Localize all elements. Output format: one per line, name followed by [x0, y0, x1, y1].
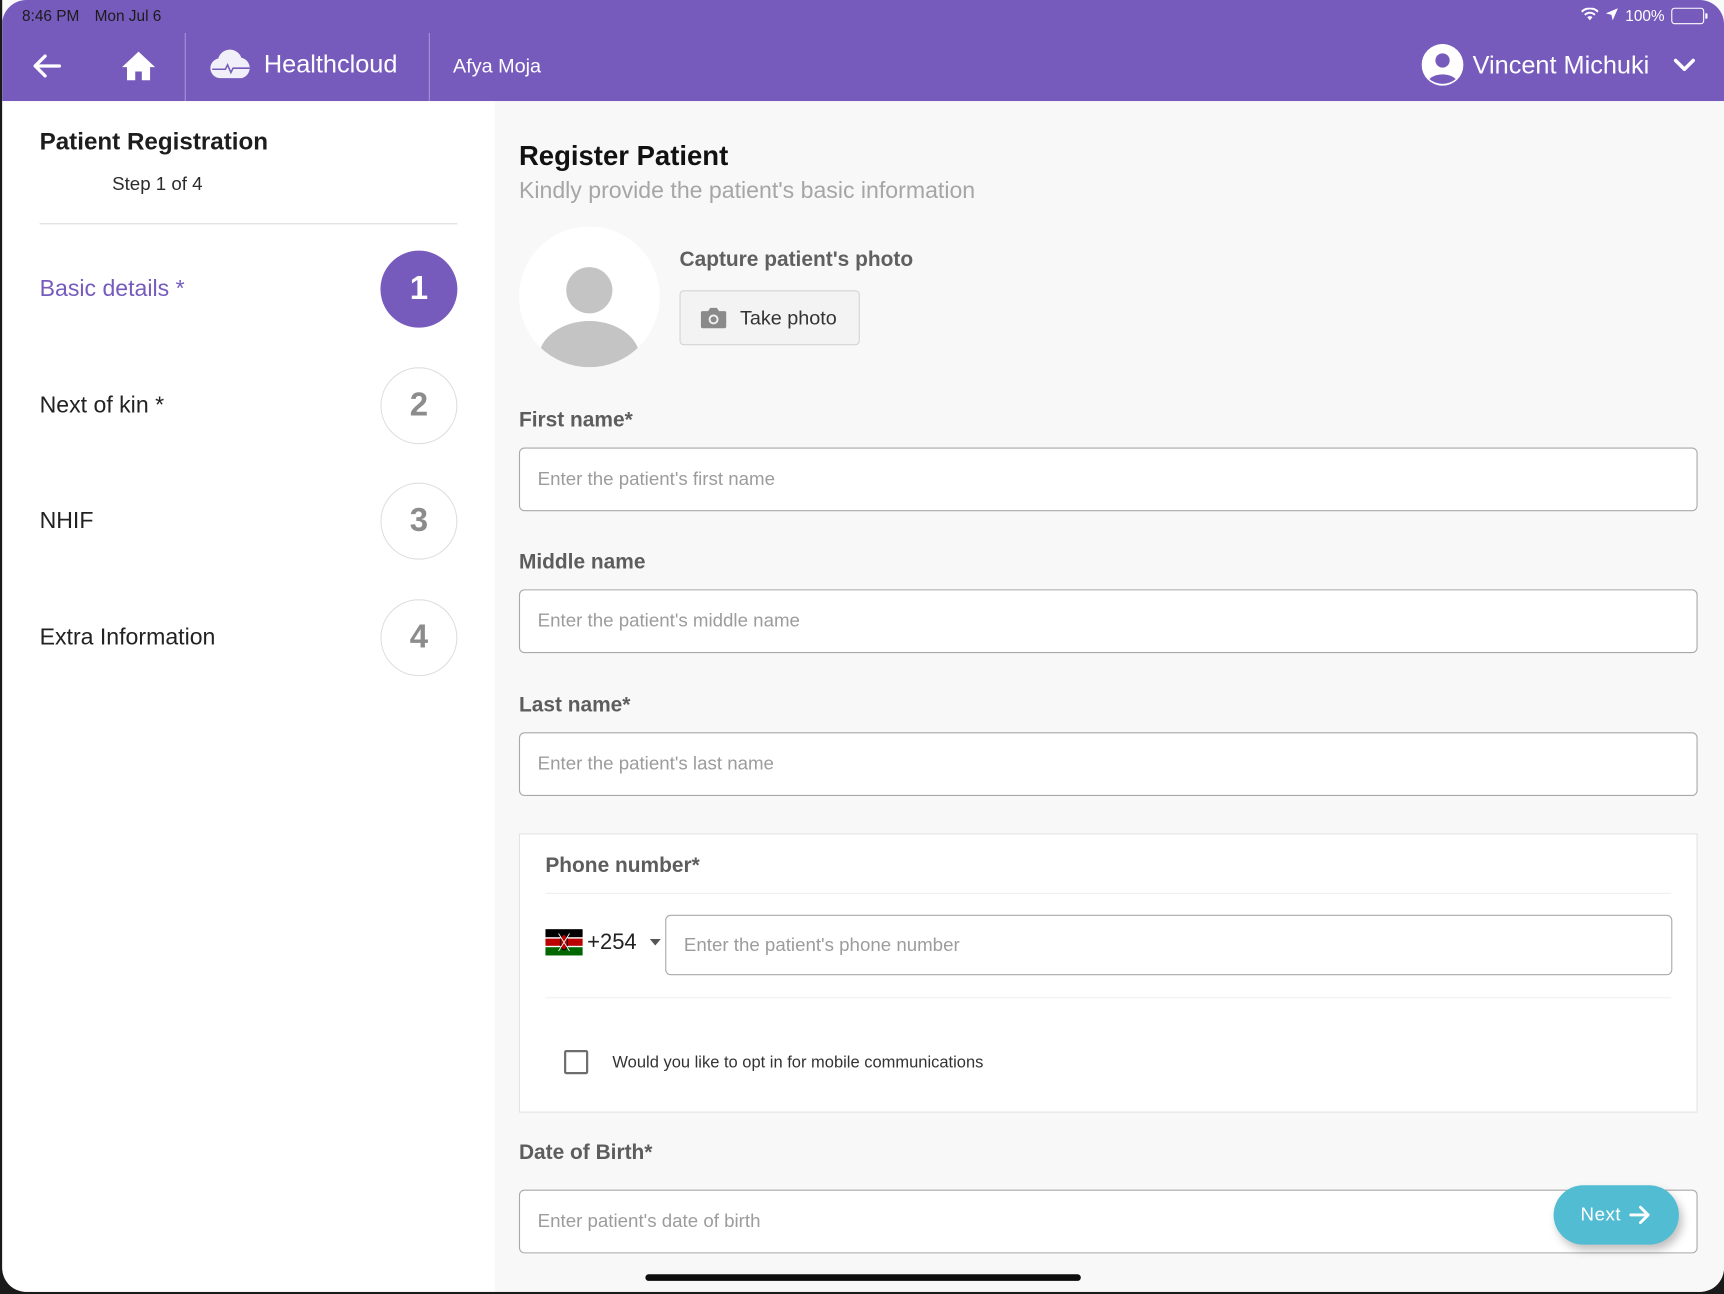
brand-logo: Healthcloud [209, 48, 398, 79]
app-window: 8:46 PM Mon Jul 6 100% Healthcloud Afya … [2, 0, 1724, 1292]
user-menu[interactable]: Vincent Michuki [1422, 43, 1695, 86]
step-extra-information[interactable]: Extra Information 4 [40, 598, 458, 677]
step-basic-details[interactable]: Basic details * 1 [40, 250, 458, 329]
header-divider [184, 32, 186, 102]
status-date: Mon Jul 6 [94, 6, 162, 25]
middle-name-input[interactable] [518, 589, 1698, 654]
first-name-label: First name* [518, 409, 633, 433]
last-name-label: Last name* [518, 693, 631, 717]
back-button[interactable] [26, 46, 66, 86]
battery-percent: 100% [1625, 6, 1665, 25]
camera-icon [700, 307, 727, 329]
opt-in-checkbox[interactable] [564, 1050, 589, 1075]
location-arrow-icon [1605, 7, 1619, 25]
home-icon [122, 51, 156, 81]
step-next-of-kin[interactable]: Next of kin * 2 [40, 366, 458, 445]
top-navigation-bar: 8:46 PM Mon Jul 6 100% Healthcloud Afya … [2, 0, 1724, 102]
kenya-flag-icon [545, 929, 583, 956]
arrow-right-icon [1629, 1205, 1651, 1225]
card-divider [545, 892, 1672, 894]
step-nhif[interactable]: NHIF 3 [40, 482, 458, 561]
patient-photo-placeholder [518, 226, 660, 368]
take-photo-label: Take photo [739, 306, 837, 329]
stepper-divider [39, 223, 458, 225]
last-name-input[interactable] [518, 732, 1698, 797]
user-name: Vincent Michuki [1472, 50, 1650, 79]
organization-name: Afya Moja [452, 54, 542, 77]
caret-down-icon [649, 938, 661, 946]
person-silhouette-icon [538, 267, 640, 368]
stepper-progress: Step 1 of 4 [112, 173, 203, 195]
country-code-select[interactable]: +254 [545, 929, 661, 956]
country-code: +254 [587, 929, 637, 954]
step-label: Basic details * [39, 275, 185, 302]
take-photo-button[interactable]: Take photo [679, 290, 860, 346]
user-avatar-icon [1422, 43, 1464, 86]
next-label: Next [1580, 1203, 1622, 1225]
battery-icon [1671, 7, 1708, 24]
header-divider [428, 32, 430, 102]
home-button[interactable] [117, 46, 161, 86]
step-label: NHIF [39, 507, 94, 534]
step-label: Extra Information [39, 624, 216, 650]
phone-number-card: Phone number* +254 Would you like to opt… [518, 833, 1698, 1113]
dob-input[interactable] [518, 1189, 1698, 1254]
step-number: 3 [380, 482, 458, 560]
chevron-down-icon [1673, 58, 1695, 72]
step-number: 2 [380, 367, 458, 445]
next-button[interactable]: Next [1553, 1185, 1679, 1245]
phone-number-label: Phone number* [545, 854, 700, 878]
middle-name-label: Middle name [518, 550, 646, 574]
status-time: 8:46 PM [21, 6, 80, 25]
status-bar-right: 100% [1581, 6, 1708, 25]
phone-number-input[interactable] [665, 914, 1673, 976]
card-divider [545, 997, 1672, 999]
register-patient-form: Register Patient Kindly provide the pati… [494, 101, 1724, 1292]
opt-in-label: Would you like to opt in for mobile comm… [612, 1052, 984, 1072]
wifi-icon [1581, 7, 1599, 25]
home-indicator [645, 1274, 1081, 1281]
cloud-pulse-icon [210, 49, 250, 79]
page-subtitle: Kindly provide the patient's basic infor… [518, 178, 976, 204]
step-number: 4 [380, 599, 458, 677]
photo-label: Capture patient's photo [679, 248, 914, 272]
mobile-opt-in[interactable]: Would you like to opt in for mobile comm… [564, 1050, 984, 1075]
status-bar-left: 8:46 PM Mon Jul 6 [22, 7, 172, 25]
step-number: 1 [380, 250, 458, 328]
step-label: Next of kin * [39, 392, 165, 418]
page-title: Register Patient [518, 140, 729, 172]
arrow-left-icon [33, 54, 62, 78]
dob-label: Date of Birth* [518, 1141, 653, 1165]
stepper-title: Patient Registration [39, 127, 269, 156]
registration-stepper: Patient Registration Step 1 of 4 Basic d… [2, 101, 495, 1292]
brand-name: Healthcloud [263, 48, 398, 78]
first-name-input[interactable] [518, 447, 1698, 512]
